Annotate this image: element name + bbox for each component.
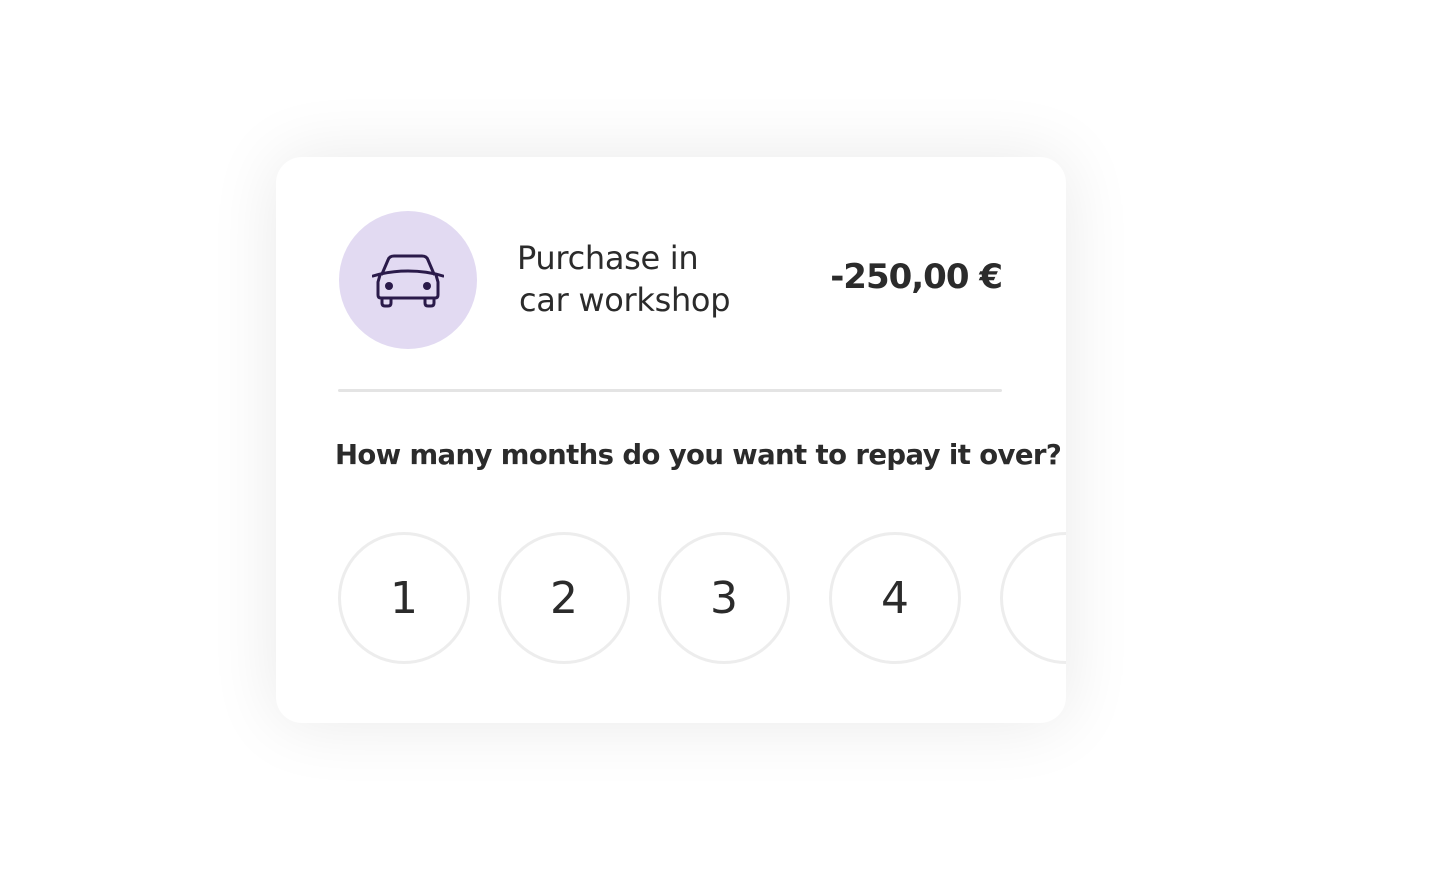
transaction-card: Purchase in car workshop -250,00 € How m…: [276, 157, 1066, 723]
month-option-3[interactable]: 3: [658, 532, 790, 664]
page: Purchase in car workshop -250,00 € How m…: [0, 0, 1440, 880]
repayment-question: How many months do you want to repay it …: [335, 439, 1062, 471]
transaction-title-line1: Purchase in: [517, 239, 699, 277]
car-icon: [372, 254, 444, 308]
month-option-4[interactable]: 4: [829, 532, 961, 664]
transaction-amount: -250,00 €: [830, 257, 1003, 297]
transaction-title-line2: car workshop: [519, 281, 731, 319]
month-option-1[interactable]: 1: [338, 532, 470, 664]
divider: [338, 389, 1002, 392]
month-option-5[interactable]: [1000, 532, 1066, 664]
category-icon-badge: [339, 211, 477, 349]
transaction-title: Purchase in car workshop: [517, 237, 777, 321]
month-option-2[interactable]: 2: [498, 532, 630, 664]
